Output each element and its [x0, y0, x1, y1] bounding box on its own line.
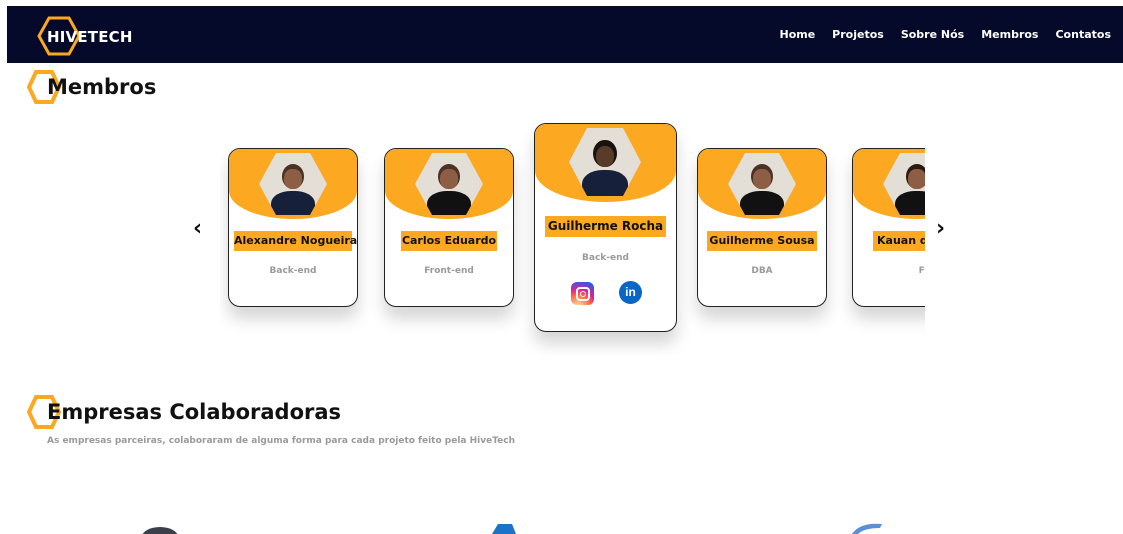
logo-text: HIVETECH: [47, 28, 133, 46]
member-card[interactable]: Guilherme Sousa DBA: [697, 148, 827, 307]
carousel-next-arrow[interactable]: ›: [936, 216, 945, 241]
member-role: DBA: [751, 266, 773, 276]
linkedin-icon[interactable]: in: [619, 281, 642, 304]
members-title: Membros: [47, 75, 157, 99]
nav-link-home[interactable]: Home: [779, 28, 815, 41]
partner-logo[interactable]: [140, 525, 180, 534]
member-role: Front-e: [918, 266, 925, 276]
nav-link-membros[interactable]: Membros: [981, 28, 1038, 41]
member-role: Back-end: [269, 266, 317, 276]
nav-link-contatos[interactable]: Contatos: [1055, 28, 1111, 41]
carousel-prev-arrow[interactable]: ‹: [193, 216, 202, 241]
member-role: Front-end: [424, 266, 474, 276]
member-card[interactable]: Alexandre Nogueira Back-end: [228, 148, 358, 307]
hivetech-logo[interactable]: HIVETECH: [37, 16, 137, 56]
nav-links: Home Projetos Sobre Nós Membros Contatos: [779, 28, 1111, 41]
partner-logo[interactable]: [488, 524, 518, 534]
member-role: Back-end: [582, 253, 629, 263]
instagram-icon[interactable]: [571, 282, 594, 305]
empresas-subtitle: As empresas parceiras, colaboraram de al…: [47, 436, 515, 446]
nav-link-projetos[interactable]: Projetos: [832, 28, 884, 41]
members-carousel: Alexandre Nogueira Back-end Carlos Eduar…: [220, 110, 925, 355]
member-name: Alexandre Nogueira: [234, 231, 357, 251]
member-name: Kauan d: [873, 231, 925, 251]
member-name: Guilherme Sousa: [707, 231, 817, 251]
member-card[interactable]: Carlos Eduardo Front-end: [384, 148, 514, 307]
member-name: Guilherme Rocha: [545, 216, 666, 237]
member-card-featured[interactable]: Guilherme Rocha Back-end in: [534, 123, 677, 332]
empresas-title: Empresas Colaboradoras: [47, 400, 342, 424]
nav-link-sobre-nos[interactable]: Sobre Nós: [901, 28, 964, 41]
member-card[interactable]: Kauan d Front-e: [852, 148, 925, 307]
member-name: Carlos Eduardo: [401, 231, 497, 251]
top-navbar: HIVETECH Home Projetos Sobre Nós Membros…: [7, 6, 1123, 63]
partner-logo[interactable]: [850, 522, 884, 534]
